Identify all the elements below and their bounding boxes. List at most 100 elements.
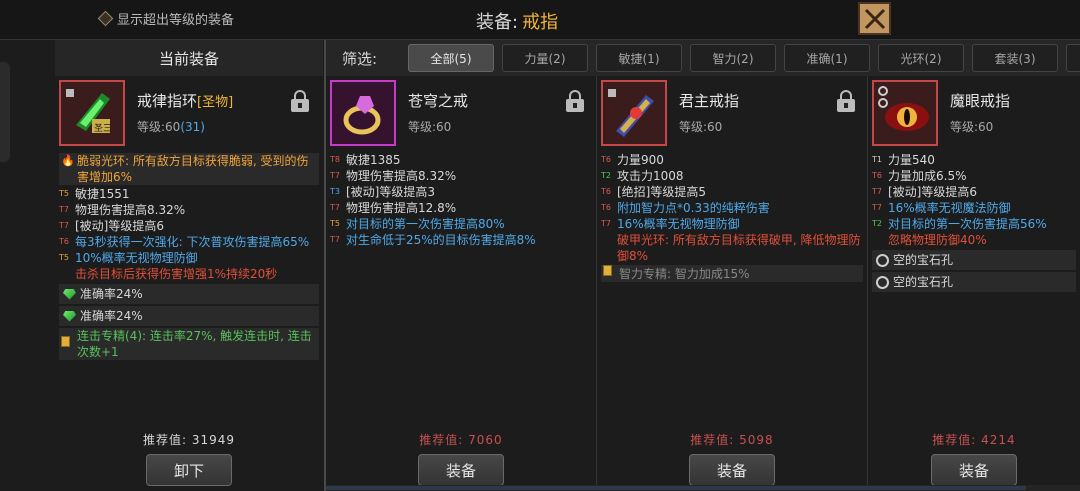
stat-text: [被动]等级提高6 xyxy=(75,219,164,233)
lock-icon[interactable] xyxy=(291,90,309,112)
stat-row: T7 16%概率无视物理防御 xyxy=(601,216,863,232)
mastery-text: 连击专精(4): 连击率27%, 触发连击时, 连击次数+1 xyxy=(77,329,312,359)
filter-aura[interactable]: 光环(2) xyxy=(878,44,964,72)
mastery-row: 连击专精(4): 连击率27%, 触发连击时, 连击次数+1 xyxy=(59,328,319,360)
item-name: 君主戒指 xyxy=(679,92,740,110)
recommend-value: 推荐值: 5098 xyxy=(690,433,774,447)
filter-label: 筛选: xyxy=(342,50,378,68)
stat-tier: T5 xyxy=(330,219,340,228)
equip-button[interactable]: 装备 xyxy=(689,454,775,486)
green-gem-icon xyxy=(63,288,76,300)
stat-text: 物理伤害提高12.8% xyxy=(346,201,457,215)
stat-row: T6 力量加成6.5% xyxy=(872,168,1076,184)
stat-tier: T6 xyxy=(59,237,69,246)
sceptre-ring-icon xyxy=(608,89,654,137)
filter-intellect[interactable]: 智力(2) xyxy=(690,44,776,72)
stat-text: 对目标的第一次伤害提高80% xyxy=(346,217,505,231)
stat-text: 16%概率无视魔法防御 xyxy=(888,201,1011,215)
stat-row: T7 物理伤害提高8.32% xyxy=(330,168,592,184)
stat-row: T2 对目标的第一次伤害提高56% xyxy=(872,216,1076,232)
stat-tier: T6 xyxy=(601,187,611,196)
stat-tier: T3 xyxy=(330,187,340,196)
item-name-text: 戒律指环 xyxy=(137,92,198,110)
stat-tier: T8 xyxy=(330,155,340,164)
stat-tier: T7 xyxy=(872,187,882,196)
item-level: 等级:60(31) xyxy=(137,118,205,135)
stat-text: 忽略物理防御40% xyxy=(888,233,987,247)
scrollbar-thumb[interactable] xyxy=(326,486,1026,490)
filter-strength[interactable]: 力量(2) xyxy=(502,44,588,72)
stat-row: T5 10%概率无视物理防御 xyxy=(59,250,319,266)
gold-ring-icon xyxy=(343,96,381,135)
socket-slot[interactable]: 空的宝石孔 xyxy=(872,250,1076,270)
stat-tier: T7 xyxy=(330,235,340,244)
set-effect-row: 🔥 脆弱光环: 所有敌方目标获得脆弱, 受到的伤害增加6% xyxy=(59,153,319,185)
stat-tier: T2 xyxy=(601,171,611,180)
stat-text: 16%概率无视物理防御 xyxy=(617,217,740,231)
item-level-bonus: (31) xyxy=(180,120,205,134)
stat-row: T6 每3秒获得一次强化: 下次普攻伤害提高65% xyxy=(59,234,319,250)
stat-tier: T6 xyxy=(872,171,882,180)
stat-tier: T6 xyxy=(601,155,611,164)
item-thumbnail[interactable] xyxy=(601,80,667,146)
current-equipment-header: 当前装备 xyxy=(55,40,323,76)
equip-button[interactable]: 装备 xyxy=(418,454,504,486)
gem-slot[interactable]: 准确率24% xyxy=(59,306,319,326)
stat-text: 力量540 xyxy=(888,153,935,167)
stat-row: T7 16%概率无视魔法防御 xyxy=(872,200,1076,216)
item-level: 等级:60 xyxy=(408,120,452,134)
item-thumbnail[interactable] xyxy=(872,80,938,146)
empty-socket-icon xyxy=(876,275,889,289)
filter-set[interactable]: 套装(3) xyxy=(972,44,1058,72)
socket-text: 空的宝石孔 xyxy=(893,253,954,267)
item-thumbnail[interactable] xyxy=(330,80,396,146)
gem-text: 准确率24% xyxy=(80,309,143,323)
filter-accuracy[interactable]: 准确(1) xyxy=(784,44,870,72)
thumb-badge: 圣三 xyxy=(94,123,112,134)
set-effect-text: 脆弱光环: 所有敌方目标获得脆弱, 受到的伤害增加6% xyxy=(77,154,309,184)
candidate-card: 魔眼戒指 等级:60 T1 力量540 T6 力量加成6.5% T7 [被动]等级提高… xyxy=(868,76,1080,491)
unequip-button[interactable]: 卸下 xyxy=(146,454,232,486)
stat-row: T7 物理伤害提高8.32% xyxy=(59,202,319,218)
stat-row: T6 [绝招]等级提高5 xyxy=(601,184,863,200)
item-level: 等级:60 xyxy=(679,120,723,134)
gem-slot[interactable]: 准确率24% xyxy=(59,284,319,304)
stat-text: 物理伤害提高8.32% xyxy=(75,203,186,217)
close-button[interactable] xyxy=(858,2,891,35)
stat-text: [被动]等级提高3 xyxy=(346,185,435,199)
stat-row: 破甲光环: 所有敌方目标获得破甲, 降低物理防御8% xyxy=(601,232,863,264)
horizontal-scrollbar[interactable] xyxy=(326,485,1080,491)
stat-row: T5 对目标的第一次伤害提高80% xyxy=(330,216,592,232)
top-bar: 显示超出等级的装备 装备: 戒指 xyxy=(0,0,1080,40)
stat-row: T7 物理伤害提高12.8% xyxy=(330,200,592,216)
filter-agility[interactable]: 敏捷(1) xyxy=(596,44,682,72)
socket-slot[interactable]: 空的宝石孔 xyxy=(872,272,1076,292)
book-icon xyxy=(603,265,612,276)
lock-icon[interactable] xyxy=(837,90,855,112)
mastery-row: 智力专精: 智力加成15% xyxy=(601,265,863,282)
stat-tier: T5 xyxy=(59,253,69,262)
filter-all[interactable]: 全部(5) xyxy=(408,44,494,72)
show-over-level-toggle[interactable]: 显示超出等级的装备 xyxy=(97,9,234,28)
gem-text: 准确率24% xyxy=(80,287,143,301)
stat-tier: T5 xyxy=(59,189,69,198)
stat-row: T6 力量900 xyxy=(601,152,863,168)
equip-button[interactable]: 装备 xyxy=(931,454,1017,486)
demon-eye-ring-icon xyxy=(878,86,929,131)
item-stats: T8 敏捷1385 T7 物理伤害提高8.32% T3 [被动]等级提高3 T7 物理伤… xyxy=(330,152,592,248)
item-stats: T6 力量900 T2 攻击力1008 T6 [绝招]等级提高5 T6 附加智力点*0.… xyxy=(601,152,863,283)
stat-row: T5 敏捷1551 xyxy=(59,186,319,202)
stat-row: T2 攻击力1008 xyxy=(601,168,863,184)
stat-text: 每3秒获得一次强化: 下次普攻伤害提高65% xyxy=(75,235,310,249)
stat-text: [被动]等级提高6 xyxy=(888,185,977,199)
candidate-card: 君主戒指 等级:60 T6 力量900 T2 攻击力1008 T6 [绝招]等级提高5… xyxy=(597,76,867,491)
lock-icon[interactable] xyxy=(566,90,584,112)
title-value: 戒指 xyxy=(522,12,559,33)
stat-text: 物理伤害提高8.32% xyxy=(346,169,457,183)
green-ring-icon: 圣三 xyxy=(66,89,112,134)
stat-row: T6 附加智力点*0.33的纯粹伤害 xyxy=(601,200,863,216)
diamond-checkbox-icon[interactable] xyxy=(97,10,114,27)
item-thumbnail[interactable]: 圣三 xyxy=(59,80,125,146)
stat-row: T7 [被动]等级提高6 xyxy=(59,218,319,234)
filter-more[interactable] xyxy=(1066,44,1080,72)
